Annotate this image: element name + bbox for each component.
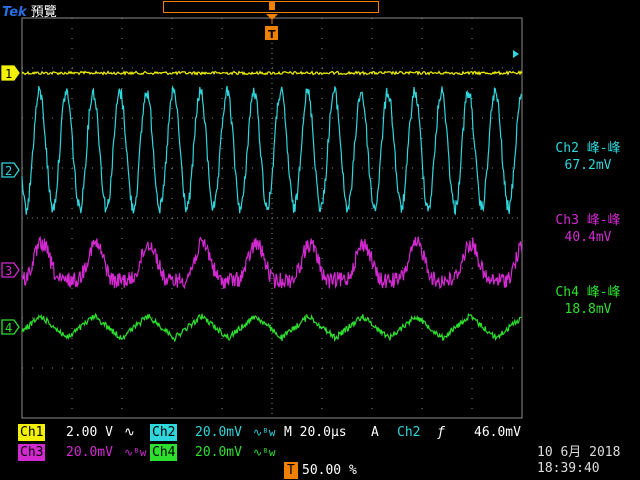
clock: 10 6月 2018 18:39:40 bbox=[537, 445, 620, 477]
waveforms bbox=[21, 70, 523, 343]
measurement-ch4: Ch4 峰-峰 18.8mV bbox=[538, 284, 638, 318]
graticule bbox=[21, 17, 523, 419]
ch3-trace bbox=[21, 236, 523, 290]
measurement-title: Ch3 峰-峰 bbox=[555, 213, 621, 228]
trigger-level: 46.0mV bbox=[474, 425, 521, 440]
ch4-scale: 20.0mV bbox=[195, 445, 242, 460]
measurement-value: 18.8mV bbox=[564, 302, 612, 317]
measurement-value: 40.4mV bbox=[564, 230, 612, 245]
ch3-scale: 20.0mV bbox=[66, 445, 113, 460]
channel-marker-label: 2 bbox=[5, 164, 12, 178]
ch1-scale: 2.00 V bbox=[66, 425, 113, 440]
trigger-level-arrow bbox=[513, 50, 519, 58]
measurement-title: Ch4 峰-峰 bbox=[555, 285, 621, 300]
trigger-source: Ch2 bbox=[397, 425, 421, 440]
measurement-ch2: Ch2 峰-峰 67.2mV bbox=[538, 140, 638, 174]
trigger-position-arrow bbox=[266, 14, 278, 20]
ch4-coupling-icon: ∿ᴮw bbox=[253, 446, 276, 459]
channel-marker-label: 1 bbox=[5, 67, 12, 81]
ch2-coupling-icon: ∿ᴮw bbox=[253, 426, 276, 439]
clock-date: 10 6月 2018 bbox=[537, 445, 621, 460]
channel-marker-label: 4 bbox=[5, 321, 12, 335]
timebase: M 20.0µs bbox=[284, 425, 347, 440]
ch3-coupling-icon: ∿ᴮw bbox=[124, 446, 147, 459]
ch3-label[interactable]: Ch3 bbox=[18, 444, 46, 461]
trigger-position: 50.00 % bbox=[302, 463, 357, 478]
channel-marker-label: 3 bbox=[5, 264, 12, 278]
measurement-ch3: Ch3 峰-峰 40.4mV bbox=[538, 212, 638, 246]
trigger-marker-label: T bbox=[268, 28, 276, 41]
ch4-trace bbox=[21, 312, 522, 343]
acquisition-mode: A bbox=[371, 425, 379, 440]
ch2-scale: 20.0mV bbox=[195, 425, 242, 440]
ch1-label[interactable]: Ch1 bbox=[18, 424, 46, 441]
record-position-marker bbox=[269, 2, 275, 10]
ch1-trace bbox=[21, 70, 523, 76]
ch1-coupling-icon: ∿ bbox=[124, 425, 135, 440]
ch2-label[interactable]: Ch2 bbox=[150, 424, 178, 441]
ch4-label[interactable]: Ch4 bbox=[150, 444, 178, 461]
trigger-slope-icon: ƒ bbox=[437, 425, 445, 440]
measurement-value: 67.2mV bbox=[564, 158, 612, 173]
measurement-title: Ch2 峰-峰 bbox=[555, 141, 621, 156]
clock-time: 18:39:40 bbox=[537, 461, 600, 476]
trigger-position-icon: T bbox=[284, 462, 298, 479]
ch2-trace bbox=[21, 85, 523, 216]
